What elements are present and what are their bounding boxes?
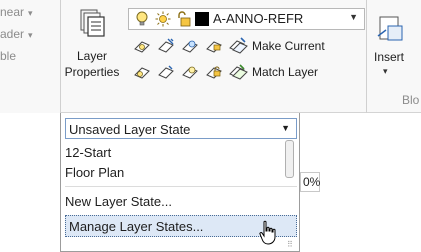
layer-freeze-icon[interactable]: [156, 36, 176, 56]
layer-state-combo[interactable]: Unsaved Layer State ▼: [65, 118, 297, 139]
layer-unlock-icon[interactable]: [204, 62, 224, 82]
current-layer-name: A-ANNO-REFR: [213, 11, 304, 26]
layer-thaw-icon[interactable]: [156, 62, 176, 82]
layer-state-item[interactable]: Floor Plan: [65, 164, 124, 182]
chevron-down-icon[interactable]: ▾: [383, 66, 388, 77]
block-panel-label: Blo: [402, 93, 420, 107]
left-item-near[interactable]: near ▾: [0, 4, 33, 20]
insert-block-icon[interactable]: [374, 14, 406, 44]
menu-divider: [65, 186, 297, 187]
hand-cursor-icon: [259, 220, 276, 245]
layer-lock-icon[interactable]: [204, 36, 224, 56]
insert-label[interactable]: Insert: [374, 50, 404, 64]
manage-layer-states-label: Manage Layer States...: [69, 219, 204, 234]
match-layer-label[interactable]: Match Layer: [252, 64, 318, 80]
layer-unisolate-icon[interactable]: [132, 62, 152, 82]
new-layer-state-item[interactable]: New Layer State...: [65, 193, 172, 211]
match-layer-icon[interactable]: [228, 62, 248, 82]
layer-color-swatch: [195, 12, 209, 26]
dropdown-scrollbar[interactable]: [285, 140, 294, 178]
layer-properties-label-1: Layer: [76, 49, 108, 63]
left-panel: near ▾ ader ▾ ble: [0, 0, 60, 113]
layer-state-current: Unsaved Layer State: [69, 122, 191, 137]
chevron-down-icon[interactable]: ▼: [281, 123, 290, 133]
layer-state-item[interactable]: 12-Start: [65, 144, 111, 162]
layer-tools-row-2: Match Layer: [128, 62, 368, 84]
lock-open-icon: [178, 11, 191, 27]
layer-on-icon[interactable]: [180, 62, 200, 82]
layer-off-icon[interactable]: [180, 36, 200, 56]
layer-isolate-icon[interactable]: [132, 36, 152, 56]
sun-icon: [155, 11, 171, 27]
make-current-label[interactable]: Make Current: [252, 38, 325, 54]
lightbulb-icon: [136, 11, 148, 26]
layer-stack-icon: [80, 9, 105, 37]
layer-properties-label-2: Properties: [64, 65, 120, 79]
left-item-ader[interactable]: ader ▾: [0, 26, 33, 42]
chevron-down-icon: ▾: [28, 30, 33, 40]
layer-tools-row-1: Make Current: [128, 36, 368, 58]
make-current-icon[interactable]: [228, 36, 248, 56]
left-item-ble[interactable]: ble: [0, 48, 16, 64]
layer-combo[interactable]: A-ANNO-REFR ▼: [128, 8, 365, 30]
transparency-field[interactable]: 0%: [300, 172, 320, 192]
chevron-down-icon: ▾: [28, 8, 33, 18]
layer-properties-button[interactable]: Layer Properties: [60, 0, 124, 90]
resize-grip-icon[interactable]: ⠿: [287, 240, 294, 249]
chevron-down-icon[interactable]: ▼: [349, 12, 358, 22]
